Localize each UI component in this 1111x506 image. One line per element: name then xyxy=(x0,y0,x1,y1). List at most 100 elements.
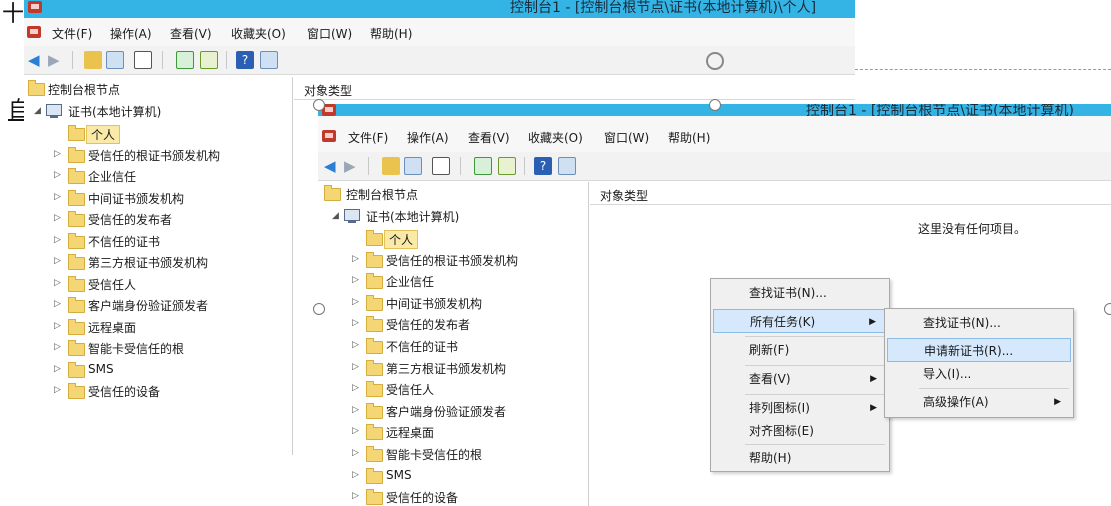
collapse-arrow-icon[interactable]: ◢ xyxy=(332,211,339,221)
tree-item[interactable]: SMS xyxy=(88,362,114,376)
tree-item[interactable]: 受信任的发布者 xyxy=(386,316,470,333)
refresh-icon[interactable] xyxy=(176,51,194,69)
expand-arrow-icon[interactable]: ▷ xyxy=(352,340,359,350)
ctx-arrange-icons[interactable]: 排列图标(I) ▶ xyxy=(713,396,887,420)
forward-arrow-icon[interactable]: ▶ xyxy=(48,51,66,69)
tree-item[interactable]: 远程桌面 xyxy=(88,319,136,336)
up-folder-icon[interactable] xyxy=(84,51,102,69)
ctx-find-certificates[interactable]: 查找证书(N)... xyxy=(713,281,887,305)
tree-item[interactable]: 受信任的发布者 xyxy=(88,211,172,228)
menu-view[interactable]: 查看(V) xyxy=(170,25,212,42)
submenu-find-certificates[interactable]: 查找证书(N)... xyxy=(887,311,1071,335)
tree-item[interactable]: 个人 xyxy=(384,230,419,249)
expand-arrow-icon[interactable]: ▷ xyxy=(54,342,61,352)
tree-item[interactable]: 受信任人 xyxy=(88,276,136,293)
expand-arrow-icon[interactable]: ▷ xyxy=(54,299,61,309)
tree-item[interactable]: 中间证书颁发机构 xyxy=(386,295,482,312)
tree-item[interactable]: 企业信任 xyxy=(88,168,136,185)
show-action-pane-icon[interactable] xyxy=(260,51,278,69)
tree-item[interactable]: SMS xyxy=(386,468,412,482)
properties-icon[interactable] xyxy=(134,51,152,69)
expand-arrow-icon[interactable]: ▷ xyxy=(54,192,61,202)
expand-arrow-icon[interactable]: ▷ xyxy=(54,256,61,266)
show-tree-icon[interactable] xyxy=(404,157,422,175)
ctx-refresh[interactable]: 刷新(F) xyxy=(713,338,887,362)
tree-item[interactable]: 受信任人 xyxy=(386,381,434,398)
expand-arrow-icon[interactable]: ▷ xyxy=(352,362,359,372)
tree-item[interactable]: 受信任的根证书颁发机构 xyxy=(88,147,220,164)
submenu-advanced-operations[interactable]: 高级操作(A) ▶ xyxy=(887,390,1071,414)
menu-file[interactable]: 文件(F) xyxy=(52,25,92,42)
resize-handle[interactable] xyxy=(1104,303,1111,315)
expand-arrow-icon[interactable]: ▷ xyxy=(352,426,359,436)
resize-handle[interactable] xyxy=(313,99,325,111)
expand-arrow-icon[interactable]: ▷ xyxy=(352,448,359,458)
menu-help[interactable]: 帮助(H) xyxy=(370,25,412,42)
menu-window[interactable]: 窗口(W) xyxy=(604,129,649,146)
tree-item[interactable]: 客户端身份验证颁发者 xyxy=(88,297,208,314)
tree-item[interactable]: 受信任的设备 xyxy=(386,489,458,506)
tree-item[interactable]: 中间证书颁发机构 xyxy=(88,190,184,207)
expand-arrow-icon[interactable]: ▷ xyxy=(352,275,359,285)
tree-item[interactable]: 受信任的根证书颁发机构 xyxy=(386,252,518,269)
up-folder-icon[interactable] xyxy=(382,157,400,175)
tree-item[interactable]: 客户端身份验证颁发者 xyxy=(386,403,506,420)
menu-window[interactable]: 窗口(W) xyxy=(307,25,352,42)
back-arrow-icon[interactable]: ◀ xyxy=(324,157,342,175)
forward-arrow-icon[interactable]: ▶ xyxy=(344,157,362,175)
expand-arrow-icon[interactable]: ▷ xyxy=(54,213,61,223)
show-action-pane-icon[interactable] xyxy=(558,157,576,175)
tree-item[interactable]: 智能卡受信任的根 xyxy=(88,340,184,357)
menu-favorites[interactable]: 收藏夹(O) xyxy=(528,129,583,146)
show-tree-icon[interactable] xyxy=(106,51,124,69)
menu-file[interactable]: 文件(F) xyxy=(348,129,388,146)
tree-item-certificates[interactable]: 证书(本地计算机) xyxy=(366,208,459,225)
tree-item[interactable]: 个人 xyxy=(86,125,121,144)
expand-arrow-icon[interactable]: ▷ xyxy=(54,278,61,288)
tree-item-console-root[interactable]: 控制台根节点 xyxy=(346,186,418,203)
expand-arrow-icon[interactable]: ▷ xyxy=(352,254,359,264)
menu-action[interactable]: 操作(A) xyxy=(407,129,449,146)
menu-view[interactable]: 查看(V) xyxy=(468,129,510,146)
expand-arrow-icon[interactable]: ▷ xyxy=(352,491,359,501)
column-header-object-type[interactable]: 对象类型 xyxy=(304,82,352,99)
resize-handle[interactable] xyxy=(709,99,721,111)
submenu-request-new-certificate[interactable]: 申请新证书(R)... xyxy=(887,338,1071,362)
tree-item[interactable]: 远程桌面 xyxy=(386,424,434,441)
properties-icon[interactable] xyxy=(432,157,450,175)
menu-favorites[interactable]: 收藏夹(O) xyxy=(231,25,286,42)
expand-arrow-icon[interactable]: ▷ xyxy=(352,318,359,328)
expand-arrow-icon[interactable]: ▷ xyxy=(54,321,61,331)
rotate-icon[interactable] xyxy=(706,52,724,70)
export-list-icon[interactable] xyxy=(498,157,516,175)
ctx-help[interactable]: 帮助(H) xyxy=(713,446,887,470)
tree-item[interactable]: 智能卡受信任的根 xyxy=(386,446,482,463)
expand-arrow-icon[interactable]: ▷ xyxy=(54,235,61,245)
back-arrow-icon[interactable]: ◀ xyxy=(28,51,46,69)
menu-action[interactable]: 操作(A) xyxy=(110,25,152,42)
column-header-object-type[interactable]: 对象类型 xyxy=(600,187,648,204)
tree-item[interactable]: 企业信任 xyxy=(386,273,434,290)
tree-item[interactable]: 受信任的设备 xyxy=(88,383,160,400)
expand-arrow-icon[interactable]: ▷ xyxy=(352,383,359,393)
tree-item[interactable]: 不信任的证书 xyxy=(88,233,160,250)
mmc-app-icon[interactable] xyxy=(322,130,336,142)
ctx-all-tasks[interactable]: 所有任务(K) ▶ xyxy=(713,309,887,333)
expand-arrow-icon[interactable]: ▷ xyxy=(54,170,61,180)
ctx-view[interactable]: 查看(V) ▶ xyxy=(713,367,887,391)
submenu-import[interactable]: 导入(I)... xyxy=(887,362,1071,386)
ctx-line-up-icons[interactable]: 对齐图标(E) xyxy=(713,419,887,443)
resize-handle[interactable] xyxy=(313,303,325,315)
export-list-icon[interactable] xyxy=(200,51,218,69)
expand-arrow-icon[interactable]: ▷ xyxy=(352,297,359,307)
tree-item[interactable]: 第三方根证书颁发机构 xyxy=(88,254,208,271)
expand-arrow-icon[interactable]: ▷ xyxy=(54,149,61,159)
help-icon[interactable]: ? xyxy=(534,157,552,175)
expand-arrow-icon[interactable]: ▷ xyxy=(54,364,61,374)
help-icon[interactable]: ? xyxy=(236,51,254,69)
expand-arrow-icon[interactable]: ▷ xyxy=(54,385,61,395)
mmc-app-icon[interactable] xyxy=(27,26,41,38)
tree-item-certificates[interactable]: 证书(本地计算机) xyxy=(68,103,161,120)
tree-item[interactable]: 不信任的证书 xyxy=(386,338,458,355)
tree-item[interactable]: 第三方根证书颁发机构 xyxy=(386,360,506,377)
